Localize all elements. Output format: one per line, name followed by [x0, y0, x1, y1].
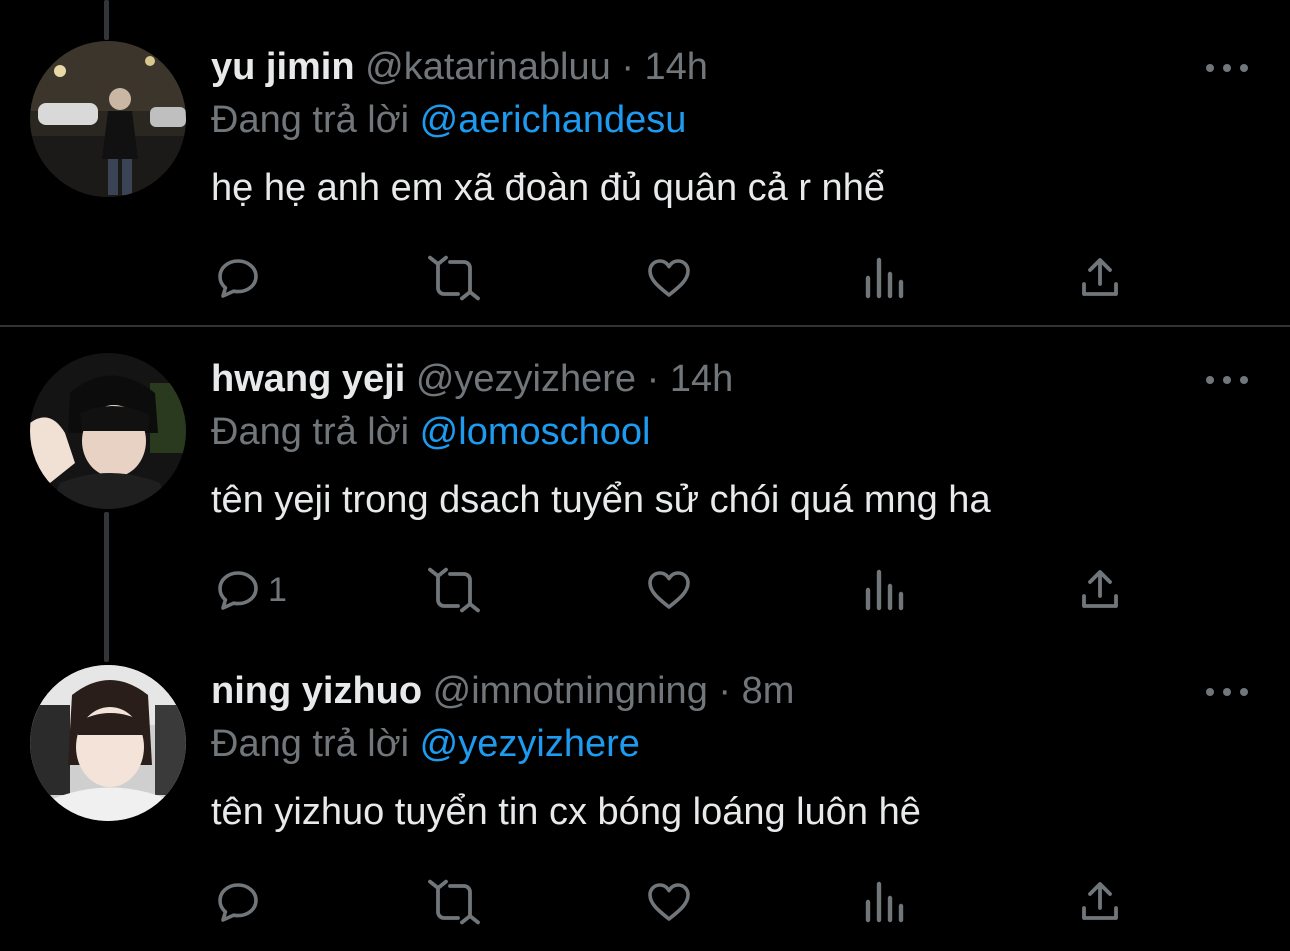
more-icon	[1206, 64, 1214, 72]
reply-icon	[218, 883, 258, 922]
reply-prefix: Đang trả lời	[211, 723, 420, 765]
reply-icon	[218, 571, 258, 610]
display-name[interactable]: hwang yeji	[211, 358, 405, 400]
tweet-text: tên yeji trong dsach tuyển sử chói quá m…	[211, 479, 991, 521]
tweet-item[interactable]: yu jimin @katarinabluu · 14h Đang trả lờ…	[0, 0, 1290, 325]
reply-button[interactable]: 1	[214, 566, 287, 614]
display-name[interactable]: ning yizhuo	[211, 670, 422, 712]
timestamp[interactable]: 14h	[645, 46, 708, 88]
share-button[interactable]	[1076, 254, 1124, 302]
like-button[interactable]	[645, 566, 699, 614]
tweet-header: ning yizhuo @imnotningning · 8m	[211, 668, 794, 714]
views-button[interactable]	[862, 254, 916, 302]
views-icon	[865, 257, 904, 299]
reply-button[interactable]	[214, 254, 268, 302]
user-handle[interactable]: @imnotningning	[433, 670, 708, 712]
timestamp[interactable]: 14h	[670, 358, 733, 400]
reply-context: Đang trả lời @aerichandesu	[211, 97, 686, 143]
reply-mention[interactable]: @yezyizhere	[420, 723, 640, 765]
views-icon	[865, 569, 904, 611]
share-icon	[1082, 882, 1118, 920]
more-button[interactable]	[1206, 58, 1248, 78]
user-handle[interactable]: @yezyizhere	[416, 358, 636, 400]
avatar[interactable]	[30, 353, 186, 509]
reply-context: Đang trả lời @yezyizhere	[211, 721, 640, 767]
dot-separator: ·	[646, 358, 660, 400]
retweet-button[interactable]	[428, 254, 486, 302]
share-icon	[1082, 258, 1118, 296]
reply-mention[interactable]: @aerichandesu	[420, 99, 687, 141]
more-button[interactable]	[1206, 370, 1248, 390]
tweet-text: hẹ hẹ anh em xã đoàn đủ quân cả r nhể	[211, 167, 885, 209]
share-button[interactable]	[1076, 878, 1124, 926]
tweet-text: tên yizhuo tuyển tin cx bóng loáng luôn …	[211, 791, 921, 833]
display-name[interactable]: yu jimin	[211, 46, 355, 88]
reply-prefix: Đang trả lời	[211, 99, 420, 141]
retweet-icon	[428, 255, 480, 301]
tweet-header: yu jimin @katarinabluu · 14h	[211, 44, 708, 90]
user-handle[interactable]: @katarinabluu	[365, 46, 611, 88]
reply-count: 1	[268, 571, 287, 609]
tweet-item[interactable]: ning yizhuo @imnotningning · 8m Đang trả…	[0, 639, 1290, 951]
reply-button[interactable]	[214, 878, 268, 926]
dot-separator: ·	[621, 46, 634, 88]
dot-separator: ·	[718, 670, 732, 712]
like-button[interactable]	[645, 878, 699, 926]
share-icon	[1082, 570, 1118, 608]
views-button[interactable]	[862, 566, 916, 614]
reply-mention[interactable]: @lomoschool	[420, 411, 651, 453]
retweet-icon	[428, 879, 480, 925]
reply-icon	[218, 259, 258, 298]
more-icon	[1206, 376, 1214, 384]
reply-prefix: Đang trả lời	[211, 411, 420, 453]
like-button[interactable]	[645, 254, 699, 302]
views-icon	[865, 881, 904, 923]
retweet-icon	[428, 567, 480, 613]
views-button[interactable]	[862, 878, 916, 926]
more-button[interactable]	[1206, 682, 1248, 702]
like-icon	[648, 259, 690, 297]
reply-context: Đang trả lời @lomoschool	[211, 409, 650, 455]
retweet-button[interactable]	[428, 878, 486, 926]
like-icon	[648, 883, 690, 921]
avatar[interactable]	[30, 665, 186, 821]
tweet-item[interactable]: hwang yeji @yezyizhere · 14h Đang trả lờ…	[0, 327, 1290, 637]
avatar[interactable]	[30, 41, 186, 197]
share-button[interactable]	[1076, 566, 1124, 614]
more-icon	[1206, 688, 1214, 696]
like-icon	[648, 571, 690, 609]
retweet-button[interactable]	[428, 566, 486, 614]
timestamp[interactable]: 8m	[742, 670, 795, 712]
tweet-header: hwang yeji @yezyizhere · 14h	[211, 356, 733, 402]
